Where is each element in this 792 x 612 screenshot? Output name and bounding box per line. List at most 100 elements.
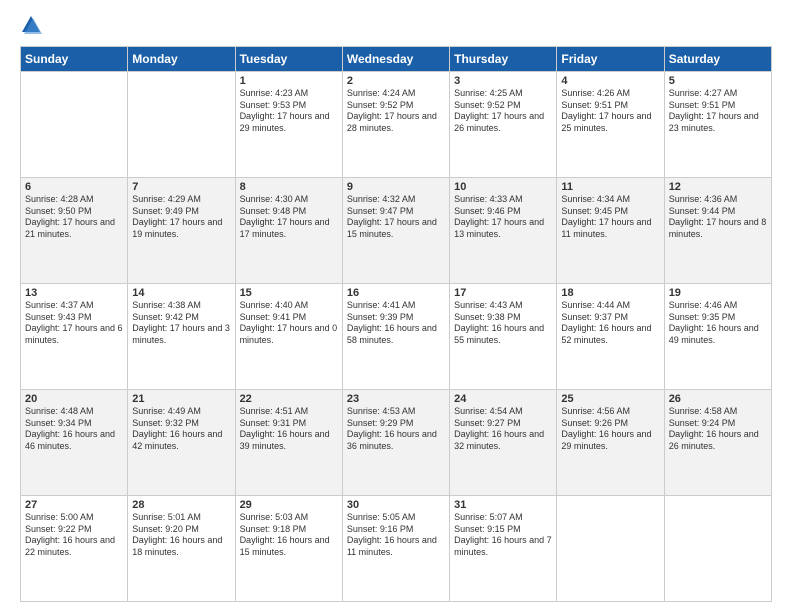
calendar-cell: 31Sunrise: 5:07 AM Sunset: 9:15 PM Dayli… [450,496,557,602]
day-info: Sunrise: 4:25 AM Sunset: 9:52 PM Dayligh… [454,88,552,135]
calendar-header-monday: Monday [128,47,235,72]
day-info: Sunrise: 4:37 AM Sunset: 9:43 PM Dayligh… [25,300,123,347]
calendar-header-row: SundayMondayTuesdayWednesdayThursdayFrid… [21,47,772,72]
calendar-cell: 16Sunrise: 4:41 AM Sunset: 9:39 PM Dayli… [342,284,449,390]
day-info: Sunrise: 4:28 AM Sunset: 9:50 PM Dayligh… [25,194,123,241]
calendar-cell: 18Sunrise: 4:44 AM Sunset: 9:37 PM Dayli… [557,284,664,390]
logo [20,16,44,36]
calendar-header-tuesday: Tuesday [235,47,342,72]
calendar-cell: 13Sunrise: 4:37 AM Sunset: 9:43 PM Dayli… [21,284,128,390]
day-number: 17 [454,287,552,299]
calendar-week-5: 27Sunrise: 5:00 AM Sunset: 9:22 PM Dayli… [21,496,772,602]
calendar-week-4: 20Sunrise: 4:48 AM Sunset: 9:34 PM Dayli… [21,390,772,496]
day-info: Sunrise: 4:23 AM Sunset: 9:53 PM Dayligh… [240,88,338,135]
day-info: Sunrise: 4:56 AM Sunset: 9:26 PM Dayligh… [561,406,659,453]
calendar-cell: 23Sunrise: 4:53 AM Sunset: 9:29 PM Dayli… [342,390,449,496]
day-info: Sunrise: 4:41 AM Sunset: 9:39 PM Dayligh… [347,300,445,347]
day-number: 15 [240,287,338,299]
calendar-cell: 29Sunrise: 5:03 AM Sunset: 9:18 PM Dayli… [235,496,342,602]
day-number: 18 [561,287,659,299]
day-info: Sunrise: 4:58 AM Sunset: 9:24 PM Dayligh… [669,406,767,453]
calendar-cell: 11Sunrise: 4:34 AM Sunset: 9:45 PM Dayli… [557,178,664,284]
day-number: 12 [669,181,767,193]
day-number: 14 [132,287,230,299]
calendar-week-1: 1Sunrise: 4:23 AM Sunset: 9:53 PM Daylig… [21,72,772,178]
calendar-header-friday: Friday [557,47,664,72]
logo-icon [20,14,42,36]
day-number: 31 [454,499,552,511]
day-info: Sunrise: 4:48 AM Sunset: 9:34 PM Dayligh… [25,406,123,453]
calendar-week-2: 6Sunrise: 4:28 AM Sunset: 9:50 PM Daylig… [21,178,772,284]
day-info: Sunrise: 4:44 AM Sunset: 9:37 PM Dayligh… [561,300,659,347]
day-info: Sunrise: 5:07 AM Sunset: 9:15 PM Dayligh… [454,512,552,559]
header [20,16,772,36]
calendar-cell: 15Sunrise: 4:40 AM Sunset: 9:41 PM Dayli… [235,284,342,390]
day-info: Sunrise: 4:36 AM Sunset: 9:44 PM Dayligh… [669,194,767,241]
day-info: Sunrise: 4:32 AM Sunset: 9:47 PM Dayligh… [347,194,445,241]
day-info: Sunrise: 4:51 AM Sunset: 9:31 PM Dayligh… [240,406,338,453]
calendar-cell: 2Sunrise: 4:24 AM Sunset: 9:52 PM Daylig… [342,72,449,178]
day-number: 10 [454,181,552,193]
calendar-cell: 8Sunrise: 4:30 AM Sunset: 9:48 PM Daylig… [235,178,342,284]
calendar-week-3: 13Sunrise: 4:37 AM Sunset: 9:43 PM Dayli… [21,284,772,390]
day-info: Sunrise: 4:33 AM Sunset: 9:46 PM Dayligh… [454,194,552,241]
day-number: 3 [454,75,552,87]
day-number: 22 [240,393,338,405]
calendar-cell: 24Sunrise: 4:54 AM Sunset: 9:27 PM Dayli… [450,390,557,496]
day-info: Sunrise: 5:01 AM Sunset: 9:20 PM Dayligh… [132,512,230,559]
day-number: 28 [132,499,230,511]
day-info: Sunrise: 4:49 AM Sunset: 9:32 PM Dayligh… [132,406,230,453]
day-info: Sunrise: 4:24 AM Sunset: 9:52 PM Dayligh… [347,88,445,135]
day-number: 4 [561,75,659,87]
day-info: Sunrise: 5:03 AM Sunset: 9:18 PM Dayligh… [240,512,338,559]
calendar-cell [557,496,664,602]
calendar-header-saturday: Saturday [664,47,771,72]
calendar-cell: 4Sunrise: 4:26 AM Sunset: 9:51 PM Daylig… [557,72,664,178]
calendar-header-wednesday: Wednesday [342,47,449,72]
day-number: 2 [347,75,445,87]
calendar-cell: 5Sunrise: 4:27 AM Sunset: 9:51 PM Daylig… [664,72,771,178]
calendar-cell: 14Sunrise: 4:38 AM Sunset: 9:42 PM Dayli… [128,284,235,390]
calendar-cell: 26Sunrise: 4:58 AM Sunset: 9:24 PM Dayli… [664,390,771,496]
day-info: Sunrise: 4:53 AM Sunset: 9:29 PM Dayligh… [347,406,445,453]
calendar-cell: 20Sunrise: 4:48 AM Sunset: 9:34 PM Dayli… [21,390,128,496]
day-info: Sunrise: 4:43 AM Sunset: 9:38 PM Dayligh… [454,300,552,347]
calendar: SundayMondayTuesdayWednesdayThursdayFrid… [20,46,772,602]
calendar-cell: 28Sunrise: 5:01 AM Sunset: 9:20 PM Dayli… [128,496,235,602]
day-info: Sunrise: 5:00 AM Sunset: 9:22 PM Dayligh… [25,512,123,559]
day-number: 24 [454,393,552,405]
calendar-header-sunday: Sunday [21,47,128,72]
day-info: Sunrise: 4:46 AM Sunset: 9:35 PM Dayligh… [669,300,767,347]
day-number: 13 [25,287,123,299]
day-info: Sunrise: 4:26 AM Sunset: 9:51 PM Dayligh… [561,88,659,135]
calendar-cell: 27Sunrise: 5:00 AM Sunset: 9:22 PM Dayli… [21,496,128,602]
day-number: 1 [240,75,338,87]
day-info: Sunrise: 5:05 AM Sunset: 9:16 PM Dayligh… [347,512,445,559]
day-number: 26 [669,393,767,405]
calendar-cell: 6Sunrise: 4:28 AM Sunset: 9:50 PM Daylig… [21,178,128,284]
day-number: 11 [561,181,659,193]
calendar-cell [664,496,771,602]
day-info: Sunrise: 4:40 AM Sunset: 9:41 PM Dayligh… [240,300,338,347]
day-number: 7 [132,181,230,193]
day-number: 21 [132,393,230,405]
calendar-cell: 22Sunrise: 4:51 AM Sunset: 9:31 PM Dayli… [235,390,342,496]
day-info: Sunrise: 4:27 AM Sunset: 9:51 PM Dayligh… [669,88,767,135]
day-info: Sunrise: 4:54 AM Sunset: 9:27 PM Dayligh… [454,406,552,453]
day-info: Sunrise: 4:38 AM Sunset: 9:42 PM Dayligh… [132,300,230,347]
day-number: 19 [669,287,767,299]
calendar-cell: 1Sunrise: 4:23 AM Sunset: 9:53 PM Daylig… [235,72,342,178]
day-number: 23 [347,393,445,405]
calendar-cell: 10Sunrise: 4:33 AM Sunset: 9:46 PM Dayli… [450,178,557,284]
calendar-header-thursday: Thursday [450,47,557,72]
calendar-cell: 12Sunrise: 4:36 AM Sunset: 9:44 PM Dayli… [664,178,771,284]
calendar-cell: 19Sunrise: 4:46 AM Sunset: 9:35 PM Dayli… [664,284,771,390]
calendar-cell: 25Sunrise: 4:56 AM Sunset: 9:26 PM Dayli… [557,390,664,496]
day-info: Sunrise: 4:29 AM Sunset: 9:49 PM Dayligh… [132,194,230,241]
day-info: Sunrise: 4:34 AM Sunset: 9:45 PM Dayligh… [561,194,659,241]
day-number: 9 [347,181,445,193]
day-number: 6 [25,181,123,193]
day-number: 8 [240,181,338,193]
calendar-cell: 7Sunrise: 4:29 AM Sunset: 9:49 PM Daylig… [128,178,235,284]
day-number: 16 [347,287,445,299]
